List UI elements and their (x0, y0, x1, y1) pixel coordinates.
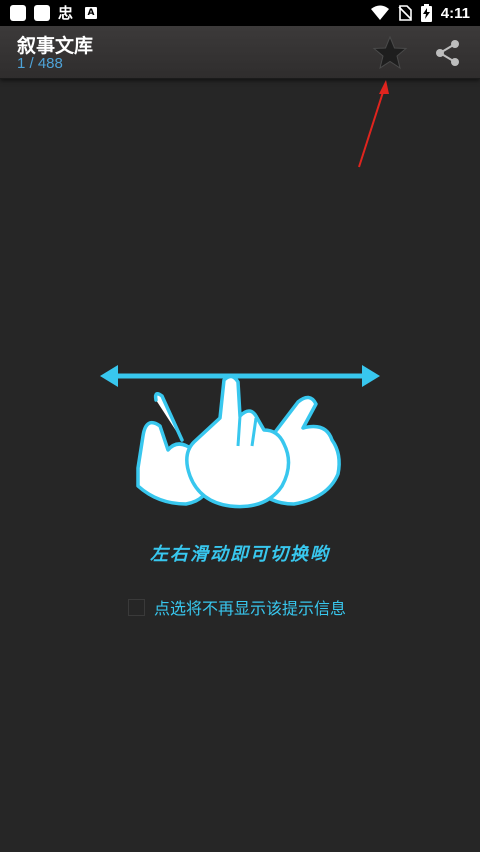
favorite-button[interactable] (372, 35, 408, 71)
dont-show-again-checkbox[interactable] (128, 598, 145, 616)
star-icon (372, 35, 408, 70)
swipe-hands-icon (100, 365, 380, 509)
status-bar: 忠 A 4:11 (0, 0, 480, 26)
app-glyph-icon: 忠 (58, 4, 74, 22)
a-badge-icon: A (85, 7, 98, 19)
dont-show-again-row[interactable]: 点选将不再显示该提示信息 (128, 596, 346, 618)
dont-show-again-label[interactable]: 点选将不再显示该提示信息 (154, 595, 346, 619)
app-toolbar: 叙事文库 1 / 488 (0, 26, 480, 79)
share-button[interactable] (433, 38, 463, 68)
status-bar-left: 忠 A (10, 4, 98, 22)
status-bar-right: 4:11 (370, 3, 470, 23)
wifi-icon (370, 5, 389, 20)
swipe-hint-text: 左右滑动即可切换哟 (150, 544, 330, 565)
clock: 4:11 (440, 4, 470, 22)
share-icon (436, 40, 459, 66)
annotation-arrow-icon (358, 80, 389, 168)
battery-charging-icon (420, 4, 432, 22)
no-sim-icon (398, 5, 412, 21)
page-title: 叙事文库 (17, 35, 94, 57)
app-square-icon (34, 5, 50, 21)
page-counter: 1 / 488 (17, 55, 63, 72)
app-square-icon (10, 5, 26, 21)
